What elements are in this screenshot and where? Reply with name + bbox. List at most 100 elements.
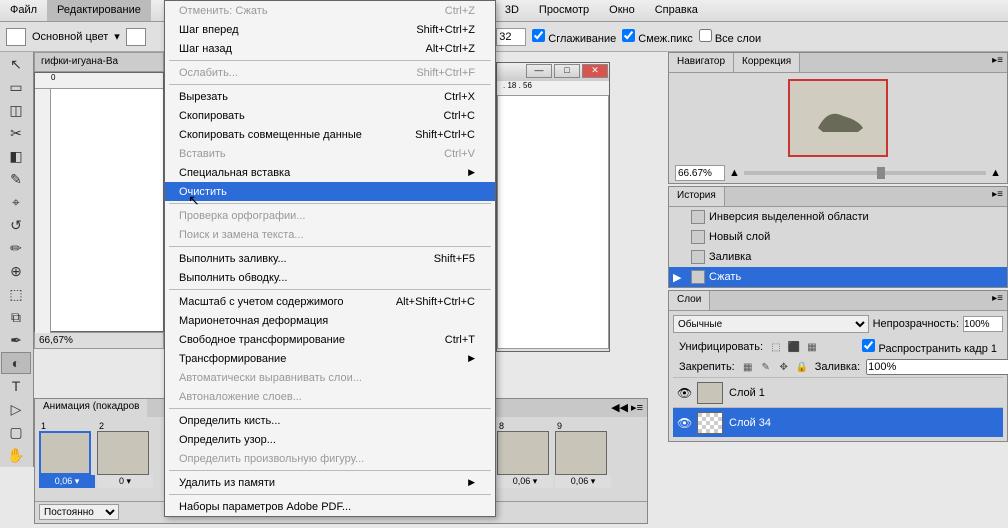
tool-17[interactable]: ✋ (1, 444, 31, 466)
panel-menu-icon[interactable]: ▸≡ (988, 291, 1007, 310)
menu-item[interactable]: Трансформирование▶ (165, 349, 495, 368)
tool-11[interactable]: ⧉ (1, 306, 31, 328)
blend-mode-select[interactable]: Обычные (673, 315, 869, 333)
antialias-checkbox[interactable]: Сглаживание (532, 29, 616, 45)
lock-icons[interactable]: ▦✎✥🔒 (741, 360, 809, 374)
navigator-thumbnail[interactable] (788, 79, 888, 157)
tool-7[interactable]: ↺ (1, 214, 31, 236)
tab-layers[interactable]: Слои (669, 291, 710, 310)
history-state[interactable]: Заливка (669, 247, 1007, 267)
tab-history[interactable]: История (669, 187, 725, 206)
tool-8[interactable]: ✏ (1, 237, 31, 259)
maximize-button[interactable]: □ (554, 64, 580, 78)
color-swatch[interactable] (126, 28, 146, 46)
close-button[interactable]: ✕ (582, 64, 608, 78)
iguana-image (808, 98, 868, 138)
layer-row[interactable]: 👁Слой 1 (673, 377, 1003, 407)
history-state[interactable]: ▶Сжать (669, 267, 1007, 287)
menu-item: Отменить: СжатьCtrl+Z (165, 1, 495, 20)
tool-12[interactable]: ✒ (1, 329, 31, 351)
menu-Окно[interactable]: Окно (599, 0, 645, 21)
layer-thumbnail[interactable] (697, 412, 723, 434)
tool-10[interactable]: ⬚ (1, 283, 31, 305)
opacity-label: Непрозрачность: (873, 318, 959, 330)
menu-Файл[interactable]: Файл (0, 0, 47, 21)
document-tab[interactable]: гифки-игуана-Ba (34, 52, 164, 72)
tool-9[interactable]: ⊕ (1, 260, 31, 282)
tool-15[interactable]: ▷ (1, 398, 31, 420)
layer-name: Слой 34 (729, 417, 771, 429)
menu-3D[interactable]: 3D (495, 0, 529, 21)
animation-frame[interactable]: 90,06 ▾ (555, 421, 611, 497)
canvas[interactable] (497, 95, 609, 349)
menu-Редактирование[interactable]: Редактирование (47, 0, 151, 21)
canvas[interactable]: 0 (34, 72, 164, 332)
menu-item[interactable]: Удалить из памяти▶ (165, 473, 495, 492)
menu-item[interactable]: Шаг впередShift+Ctrl+Z (165, 20, 495, 39)
layer-row[interactable]: 👁 Слой 34 (673, 407, 1003, 437)
bucket-icon[interactable] (6, 28, 26, 46)
menu-item[interactable]: Марионеточная деформация (165, 311, 495, 330)
propagate-checkbox[interactable]: Распространить кадр 1 (862, 339, 997, 355)
opacity-input[interactable] (963, 316, 1003, 332)
menu-item[interactable]: Очистить (165, 182, 495, 201)
fill-input[interactable] (866, 359, 1008, 375)
menu-Справка[interactable]: Справка (645, 0, 708, 21)
menu-item: Проверка орфографии... (165, 206, 495, 225)
visibility-icon[interactable]: 👁 (677, 386, 691, 400)
fill-label: Заливка: (815, 361, 860, 373)
menu-item: Ослабить...Shift+Ctrl+F (165, 63, 495, 82)
tool-2[interactable]: ◫ (1, 99, 31, 121)
zoom-input[interactable] (675, 165, 725, 181)
menu-item[interactable]: Выполнить заливку...Shift+F5 (165, 249, 495, 268)
tab-navigator[interactable]: Навигатор (669, 53, 734, 72)
visibility-icon[interactable]: 👁 (677, 416, 691, 430)
menu-item: Автоналожение слоев... (165, 387, 495, 406)
history-state[interactable]: Инверсия выделенной области (669, 207, 1007, 227)
zoom-in-icon[interactable]: ▲ (990, 167, 1001, 179)
edit-menu-dropdown: Отменить: СжатьCtrl+ZШаг впередShift+Ctr… (164, 0, 496, 517)
menu-item[interactable]: ВырезатьCtrl+X (165, 87, 495, 106)
tool-5[interactable]: ✎ (1, 168, 31, 190)
tool-13[interactable]: ◐ (1, 352, 31, 374)
animation-frame[interactable]: 20 ▾ (97, 421, 153, 497)
tab-correction[interactable]: Коррекция (734, 53, 800, 72)
tool-16[interactable]: ▢ (1, 421, 31, 443)
tool-14[interactable]: T (1, 375, 31, 397)
animation-frame[interactable]: 10,06 ▾ (39, 421, 95, 497)
menu-item[interactable]: Шаг назадAlt+Ctrl+Z (165, 39, 495, 58)
contiguous-checkbox[interactable]: Смеж.пикс (622, 29, 693, 45)
menu-item[interactable]: Масштаб с учетом содержимогоAlt+Shift+Ct… (165, 292, 495, 311)
tool-0[interactable]: ↖ (1, 53, 31, 75)
unify-icons[interactable]: ⬚⬛▦ (769, 340, 819, 354)
zoom-slider[interactable] (744, 171, 986, 175)
all-layers-checkbox[interactable]: Все слои (699, 29, 761, 45)
menu-item[interactable]: Определить кисть... (165, 411, 495, 430)
history-state[interactable]: Новый слой (669, 227, 1007, 247)
zoom-out-icon[interactable]: ▲ (729, 167, 740, 179)
layer-thumbnail[interactable] (697, 382, 723, 404)
tab-animation[interactable]: Анимация (покадров (35, 399, 147, 417)
animation-frame[interactable]: 80,06 ▾ (497, 421, 553, 497)
menu-item[interactable]: Свободное трансформированиеCtrl+T (165, 330, 495, 349)
minimize-button[interactable]: — (526, 64, 552, 78)
tool-1[interactable]: ▭ (1, 76, 31, 98)
menu-Просмотр[interactable]: Просмотр (529, 0, 599, 21)
history-panel: История ▸≡ Инверсия выделенной областиНо… (668, 186, 1008, 288)
zoom-status[interactable]: 66,67% (34, 332, 164, 349)
menu-item[interactable]: Специальная вставка▶ (165, 163, 495, 182)
menu-item[interactable]: СкопироватьCtrl+C (165, 106, 495, 125)
menu-item[interactable]: Скопировать совмещенные данныеShift+Ctrl… (165, 125, 495, 144)
panel-menu-icon[interactable]: ◀◀ ▸≡ (607, 399, 647, 417)
menu-item[interactable]: Определить узор... (165, 430, 495, 449)
tool-4[interactable]: ◧ (1, 145, 31, 167)
tool-3[interactable]: ✂ (1, 122, 31, 144)
panel-menu-icon[interactable]: ▸≡ (988, 187, 1007, 206)
menu-item[interactable]: Выполнить обводку... (165, 268, 495, 287)
panel-menu-icon[interactable]: ▸≡ (988, 53, 1007, 72)
loop-select[interactable]: Постоянно (39, 504, 119, 520)
menu-item[interactable]: Наборы параметров Adobe PDF... (165, 497, 495, 516)
tolerance-input[interactable] (496, 28, 526, 46)
options-toolbar: Основной цвет ▾ Допуск: Сглаживание Смеж… (0, 22, 1008, 52)
tool-6[interactable]: ⌖ (1, 191, 31, 213)
